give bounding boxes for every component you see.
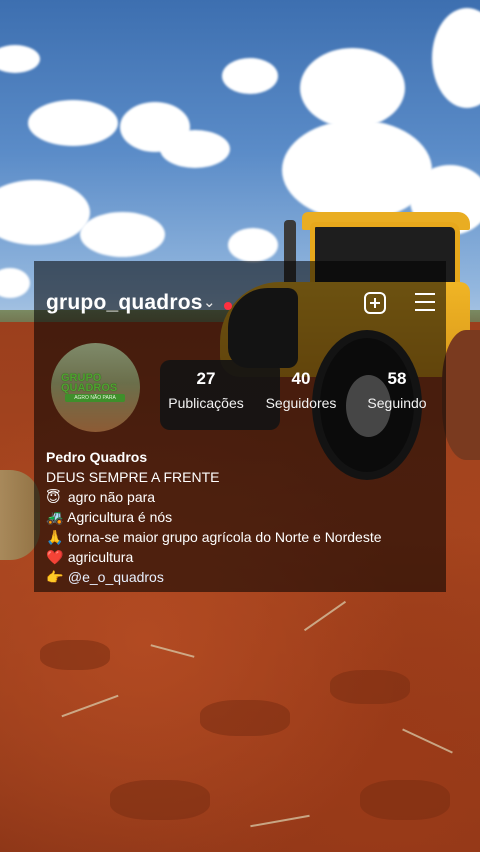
bio-line: 👉 @e_o_quadros xyxy=(46,567,441,587)
bio-line: 🚜 Agricultura é nós xyxy=(46,507,441,527)
create-post-button[interactable] xyxy=(364,292,386,314)
followers-count: 40 xyxy=(291,369,311,388)
soil-clod xyxy=(330,670,410,704)
cloud xyxy=(222,58,278,94)
bio-line-text: Agricultura é nós xyxy=(67,509,173,525)
posts-label: Publicações xyxy=(168,395,244,411)
bio-line-text: DEUS SEMPRE A FRENTE xyxy=(46,469,220,485)
profile-display-name: Pedro Quadros xyxy=(46,449,148,465)
bio-mention-link[interactable]: @e_o_quadros xyxy=(68,569,164,585)
cloud xyxy=(28,100,118,146)
soil-clod xyxy=(360,780,450,820)
chevron-down-icon[interactable]: ⌄ xyxy=(203,293,216,311)
red-heart-emoji-icon: ❤️ xyxy=(46,549,64,565)
hamburger-menu-icon[interactable] xyxy=(415,293,435,312)
following-label: Seguindo xyxy=(367,395,427,411)
profile-username[interactable]: grupo_quadros xyxy=(46,291,203,315)
following-count: 58 xyxy=(387,369,407,388)
stat-posts[interactable]: 27 Publicações xyxy=(151,369,261,411)
bio-line-text: agro não para xyxy=(67,489,156,505)
avatar-logo-text: GRUPO QUADROS xyxy=(61,373,118,394)
tractor-emoji-icon: 🚜 xyxy=(46,509,64,525)
cloud xyxy=(160,130,230,168)
pointing-hand-emoji-icon: 👉 xyxy=(46,569,64,585)
soil-clod xyxy=(200,700,290,736)
stat-followers[interactable]: 40 Seguidores xyxy=(246,369,356,411)
bio-line-text: torna-se maior grupo agrícola do Norte e… xyxy=(67,529,382,545)
cloud xyxy=(300,48,405,128)
followers-label: Seguidores xyxy=(265,395,337,411)
avatar[interactable]: GRUPO QUADROS AGRO NÃO PARA xyxy=(51,343,140,432)
profile-overlay-card: grupo_quadros ⌄ GRUPO QUADROS AGRO NÃO P… xyxy=(34,261,446,592)
bio-line: 😇 agro não para xyxy=(46,487,441,507)
profile-header: grupo_quadros ⌄ xyxy=(34,261,446,331)
notification-dot xyxy=(224,302,232,310)
posts-count: 27 xyxy=(196,369,216,388)
bio-line: 🙏 torna-se maior grupo agrícola do Norte… xyxy=(46,527,441,547)
stat-following[interactable]: 58 Seguindo xyxy=(342,369,452,411)
soil-clod xyxy=(110,780,210,820)
bio-line: ❤️ agricultura xyxy=(46,547,441,567)
praying-hands-emoji-icon: 🙏 xyxy=(46,529,64,545)
bio-line-text: agricultura xyxy=(67,549,134,565)
soil-clod xyxy=(40,640,110,670)
bio-line: DEUS SEMPRE A FRENTE xyxy=(46,467,441,487)
avatar-logo-line2: QUADROS xyxy=(61,382,118,394)
avatar-tagline: AGRO NÃO PARA xyxy=(65,394,125,402)
smiling-angel-emoji-icon: 😇 xyxy=(46,489,61,505)
profile-bio: Pedro Quadros DEUS SEMPRE A FRENTE 😇 agr… xyxy=(46,447,441,587)
